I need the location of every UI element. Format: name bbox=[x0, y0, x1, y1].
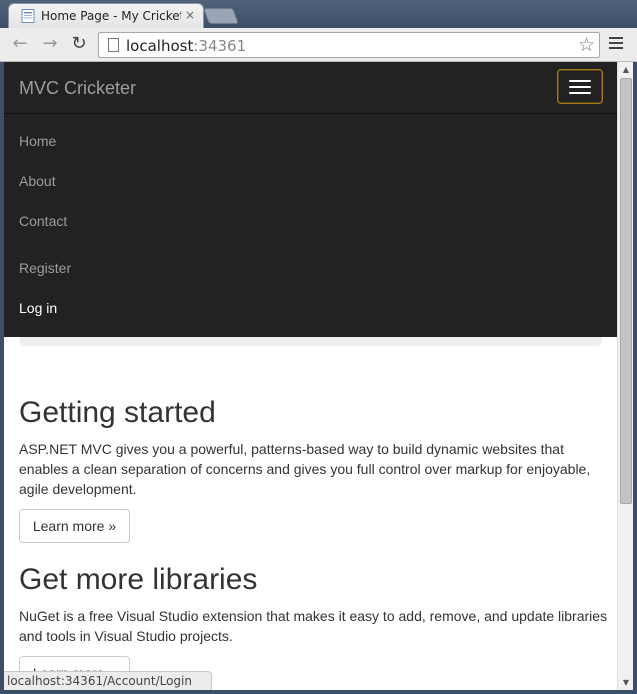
site-navbar: MVC Cricketer Home About Contact Registe… bbox=[4, 62, 617, 337]
forward-button[interactable]: → bbox=[39, 33, 61, 55]
nav-link-contact[interactable]: Contact bbox=[19, 213, 67, 229]
bookmark-star-icon[interactable]: ☆ bbox=[578, 34, 595, 56]
address-bar[interactable]: localhost:34361 ☆ bbox=[98, 32, 600, 58]
url-host: localhost bbox=[126, 37, 194, 55]
scrollbar-thumb[interactable] bbox=[620, 78, 632, 504]
tab-close-icon[interactable]: × bbox=[185, 8, 195, 22]
browser-tab[interactable]: Home Page - My Cricketer × bbox=[8, 3, 204, 28]
page-favicon-icon bbox=[21, 9, 35, 23]
navbar-toggle-button[interactable] bbox=[557, 69, 603, 104]
learn-more-button[interactable]: Learn more » bbox=[19, 509, 130, 543]
browser-toolbar: ← → ↻ localhost:34361 ☆ bbox=[0, 28, 637, 62]
tab-title: Home Page - My Cricketer bbox=[41, 9, 181, 23]
reload-button[interactable]: ↻ bbox=[68, 33, 90, 55]
page-viewport: MVC Cricketer Home About Contact Registe… bbox=[4, 62, 617, 690]
new-tab-button[interactable] bbox=[203, 8, 239, 24]
section-heading-libraries: Get more libraries bbox=[19, 563, 258, 596]
section-text-libraries: NuGet is a free Visual Studio extension … bbox=[19, 608, 608, 644]
url-port: :34361 bbox=[193, 37, 247, 55]
nav-link-about[interactable]: About bbox=[19, 173, 56, 189]
window-frame-right bbox=[633, 62, 637, 694]
section-text-getting-started: ASP.NET MVC gives you a powerful, patter… bbox=[19, 441, 591, 497]
browser-titlebar: Home Page - My Cricketer × bbox=[0, 0, 637, 28]
jumbotron-edge bbox=[19, 337, 602, 346]
page-icon bbox=[108, 38, 119, 52]
browser-menu-icon[interactable] bbox=[609, 37, 623, 51]
window-frame-bottom bbox=[0, 690, 637, 694]
nav-link-login[interactable]: Log in bbox=[19, 300, 57, 316]
nav-link-register[interactable]: Register bbox=[19, 260, 71, 276]
section-heading-getting-started: Getting started bbox=[19, 396, 216, 429]
scroll-up-icon[interactable]: ▲ bbox=[618, 62, 634, 77]
back-button[interactable]: ← bbox=[9, 33, 31, 55]
navbar-divider bbox=[4, 113, 617, 114]
scroll-down-icon[interactable]: ▼ bbox=[618, 675, 634, 690]
vertical-scrollbar[interactable]: ▲ ▼ bbox=[617, 62, 633, 690]
nav-link-home[interactable]: Home bbox=[19, 133, 56, 149]
url-text: localhost:34361 bbox=[126, 37, 246, 55]
navbar-brand[interactable]: MVC Cricketer bbox=[19, 78, 136, 99]
status-bar-url: localhost:34361/Account/Login bbox=[4, 671, 212, 690]
